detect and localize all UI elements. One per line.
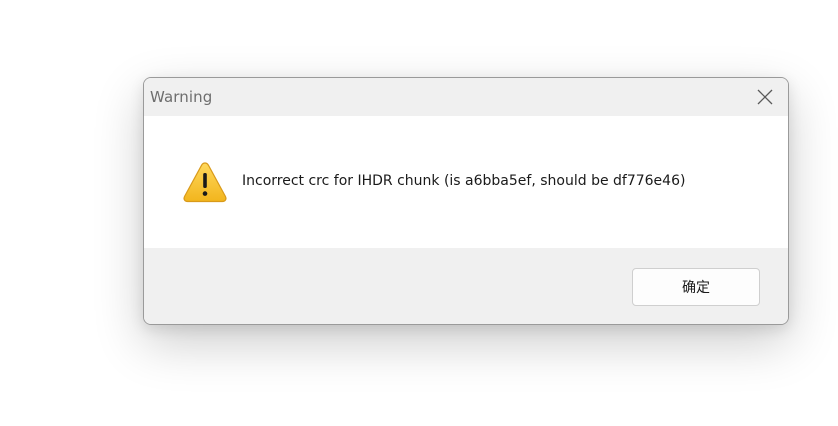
close-button[interactable] (742, 78, 788, 116)
dialog-footer: 确定 (144, 248, 788, 324)
warning-dialog: Warning Incorrect crc for IHDR chunk (is… (143, 77, 789, 325)
close-icon (757, 89, 773, 105)
dialog-message: Incorrect crc for IHDR chunk (is a6bba5e… (242, 173, 686, 189)
dialog-content: Incorrect crc for IHDR chunk (is a6bba5e… (144, 116, 788, 248)
ok-button[interactable]: 确定 (632, 268, 760, 306)
dialog-titlebar[interactable]: Warning (144, 78, 788, 116)
warning-triangle-icon (183, 162, 227, 203)
dialog-title: Warning (150, 88, 213, 106)
